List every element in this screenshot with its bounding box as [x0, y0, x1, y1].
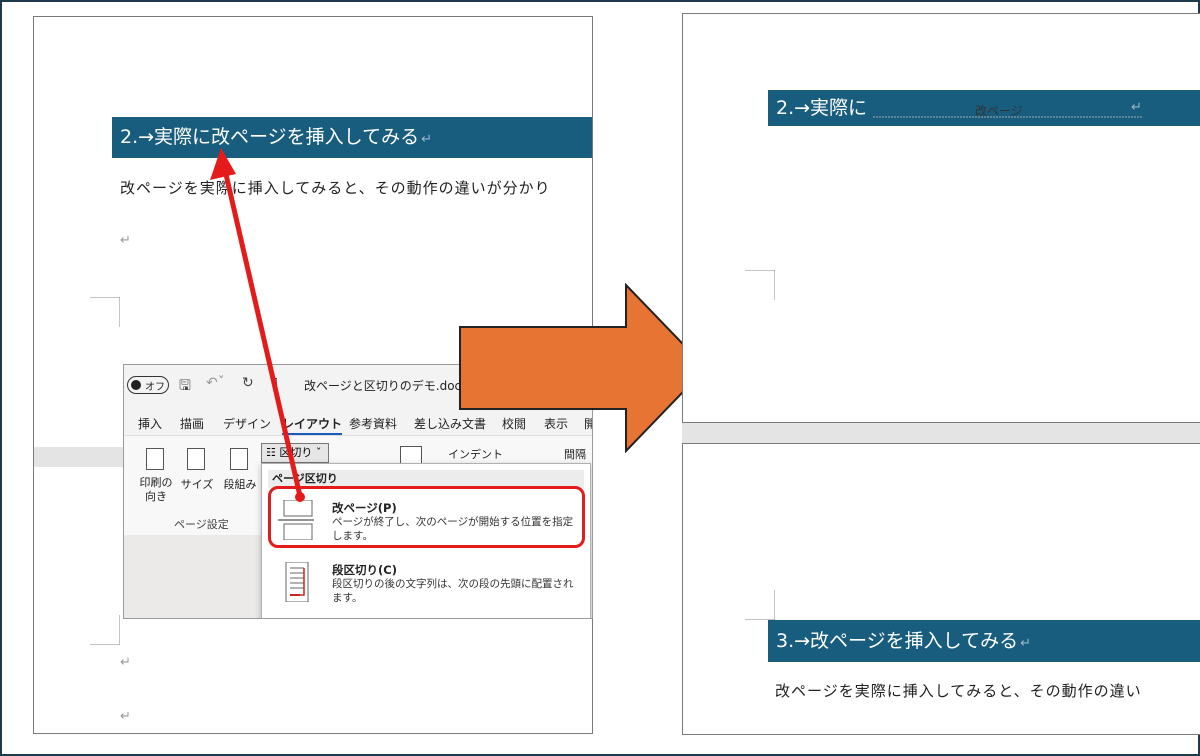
crop-mark-icon [745, 590, 775, 620]
orange-transition-arrow-icon [459, 283, 708, 453]
paragraph-mark-icon: ↵ [1131, 100, 1142, 115]
page-break-label: 改ページ [975, 104, 1023, 118]
crop-mark-icon [745, 270, 775, 300]
document-page-1: 2.→実際に 改ページ ↵ [682, 13, 1200, 423]
heading-section-3[interactable]: 3.→改ページを挿入してみる ↵ [768, 620, 1200, 662]
document-page-2: 3.→改ページを挿入してみる ↵ 改ページを実際に挿入してみると、その動作の違い [682, 443, 1200, 735]
paragraph-mark-icon: ↵ [1020, 636, 1032, 651]
heading-text: 2.→実際に [776, 97, 868, 119]
heading-text: 3.→改ページを挿入してみる [776, 630, 1019, 652]
page-gap [682, 423, 1200, 443]
body-paragraph[interactable]: 改ページを実際に挿入してみると、その動作の違い [775, 680, 1200, 701]
right-document-pages: 2.→実際に 改ページ ↵ 3.→改ページを挿入してみる ↵ 改ページを実際に挿入… [682, 13, 1200, 735]
